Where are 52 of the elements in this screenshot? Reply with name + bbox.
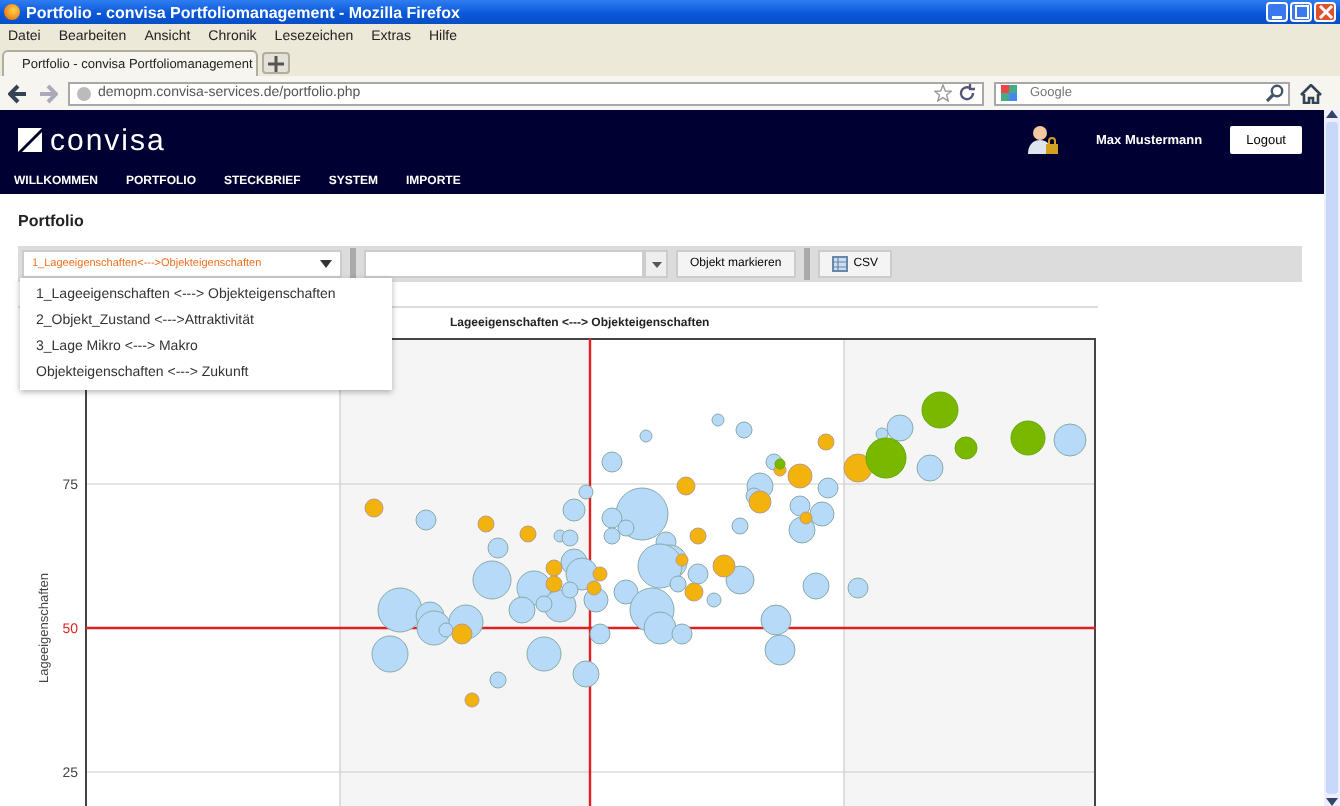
- star-icon[interactable]: [934, 84, 952, 102]
- bubble: [921, 391, 959, 429]
- bubble: [817, 433, 835, 451]
- home-icon[interactable]: [1300, 83, 1322, 103]
- scrollbar[interactable]: [1324, 110, 1340, 806]
- table-icon: [831, 256, 848, 272]
- close-button[interactable]: [1314, 2, 1336, 22]
- bubble: [589, 623, 611, 645]
- search-engine-icon[interactable]: [1000, 84, 1018, 102]
- bubble: [802, 572, 830, 600]
- search-icon[interactable]: [1266, 84, 1284, 102]
- object-field[interactable]: [364, 250, 644, 278]
- bubble: [817, 477, 839, 499]
- caret-icon: [320, 260, 332, 268]
- bubble: [916, 454, 944, 482]
- maximize-icon: [1293, 4, 1309, 20]
- bubble: [1010, 420, 1046, 456]
- bubble: [725, 565, 755, 595]
- user-lock-icon: [1028, 124, 1060, 156]
- bubble: [639, 429, 653, 443]
- bubble: [676, 476, 696, 496]
- minimize-button[interactable]: [1266, 2, 1288, 22]
- back-icon[interactable]: [8, 83, 28, 103]
- close-icon: [1317, 4, 1333, 20]
- bubble: [748, 490, 772, 514]
- bubble: [712, 554, 736, 578]
- new-tab-button[interactable]: [262, 52, 290, 74]
- page-title: Portfolio: [18, 212, 86, 230]
- logo-icon: [18, 128, 42, 152]
- bubble: [601, 451, 623, 473]
- bubble: [371, 635, 409, 673]
- bubble: [843, 453, 873, 483]
- plus-icon: [268, 55, 284, 71]
- bubble: [477, 515, 495, 533]
- dropdown-button[interactable]: [644, 250, 668, 278]
- bubble: [847, 577, 869, 599]
- caret-icon: [651, 261, 661, 267]
- logo-text: convisa: [50, 123, 166, 157]
- bubble: [760, 604, 792, 636]
- maximize-button[interactable]: [1290, 2, 1312, 22]
- bubble: [954, 436, 978, 460]
- bubble: [1053, 423, 1087, 457]
- scroll-down-icon[interactable]: [1326, 798, 1338, 806]
- bubble: [526, 636, 562, 672]
- bubble: [364, 498, 384, 518]
- reload-icon[interactable]: [958, 84, 976, 102]
- bubble: [572, 660, 600, 688]
- globe-icon: [76, 85, 92, 101]
- bubble: [415, 509, 437, 531]
- bubble: [764, 634, 796, 666]
- browser-logo-icon: [4, 4, 20, 20]
- window-title: Portfolio - convisa Portfoliomanagement - Mozilla Firefox: [26, 3, 460, 21]
